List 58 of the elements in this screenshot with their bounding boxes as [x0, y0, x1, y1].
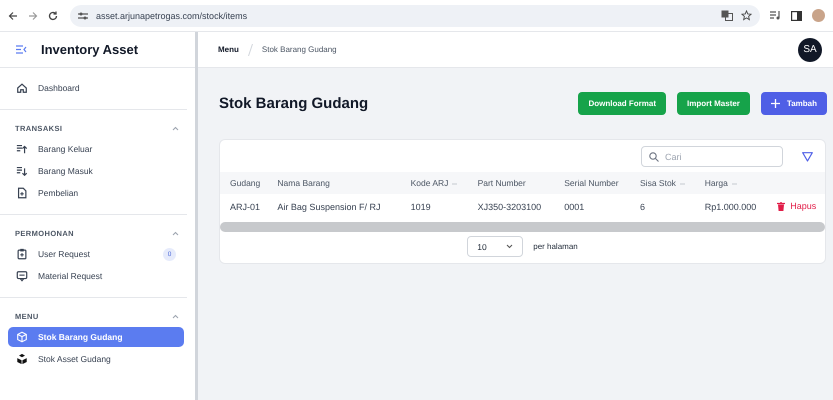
cube-icon [16, 331, 28, 343]
nav-item[interactable]: Stok Barang Gudang [8, 327, 184, 347]
column-header: Serial Number [564, 178, 619, 188]
column-header: Gudang [230, 178, 260, 188]
forward-icon[interactable] [28, 10, 38, 20]
search-icon [649, 152, 659, 162]
nav-item[interactable]: Material Request [8, 266, 184, 286]
chevron-up-icon[interactable] [172, 231, 179, 236]
table-cell: Air Bag Suspension F/ RJ [277, 202, 380, 212]
profile-avatar[interactable] [812, 9, 825, 22]
filter-icon[interactable] [802, 152, 813, 162]
url-text: asset.arjunapetrogas.com/stock/items [96, 10, 248, 20]
address-bar[interactable]: asset.arjunapetrogas.com/stock/items [70, 4, 760, 26]
chevron-up-icon[interactable] [172, 314, 179, 319]
nav-item[interactable]: Barang Keluar [8, 139, 184, 159]
plus-icon [770, 99, 780, 108]
nav-item[interactable]: Barang Masuk [8, 161, 184, 181]
document-plus-icon [16, 187, 28, 199]
page-size-label: per halaman [533, 242, 578, 251]
delete-link[interactable]: Hapus [777, 201, 816, 212]
back-icon[interactable] [8, 10, 18, 20]
table-cell: ARJ-01 [230, 202, 260, 212]
column-header: Nama Barang [277, 178, 330, 188]
home-icon [16, 82, 28, 94]
boxes-icon [16, 353, 28, 365]
page-size-select[interactable]: 10 [467, 236, 524, 257]
column-header[interactable]: Harga [704, 178, 728, 188]
horizontal-scrollbar[interactable] [220, 222, 825, 232]
message-icon [16, 270, 28, 282]
media-icon[interactable] [770, 11, 781, 20]
table-cell: 0001 [564, 202, 584, 212]
menu-collapse-icon[interactable] [16, 45, 27, 54]
table-cell: Rp1.000.000 [704, 202, 756, 212]
page-title: Stok Barang Gudang [219, 95, 370, 112]
reload-icon[interactable] [48, 10, 58, 20]
table-cell: 1019 [410, 202, 431, 212]
nav-item[interactable]: Stok Asset Gudang [8, 349, 184, 369]
list-up-arrow-icon [16, 143, 28, 155]
column-header: Part Number [478, 178, 526, 188]
list-down-arrow-icon [16, 165, 28, 177]
site-settings-icon[interactable] [78, 12, 88, 20]
chevron-down-icon [506, 244, 514, 249]
breadcrumb-separator [248, 44, 253, 56]
breadcrumb-item[interactable]: Menu [218, 45, 239, 54]
app-title: Inventory Asset [41, 42, 138, 57]
user-avatar[interactable]: SA [798, 38, 822, 62]
chevron-up-icon[interactable] [172, 126, 179, 131]
side-panel-icon[interactable] [791, 10, 802, 20]
add-button[interactable]: Tambah [760, 92, 827, 115]
table-cell: 6 [640, 202, 646, 212]
nav-item[interactable]: Pembelian [8, 183, 184, 203]
clipboard-plus-icon [16, 248, 28, 260]
table-cell: XJ350-3203100 [478, 202, 542, 212]
star-icon[interactable] [741, 10, 752, 21]
breadcrumb-item: Stok Barang Gudang [262, 45, 337, 54]
trash-icon [777, 202, 786, 211]
translate-icon[interactable] [721, 10, 733, 21]
nav-item[interactable]: Dashboard [8, 78, 184, 98]
